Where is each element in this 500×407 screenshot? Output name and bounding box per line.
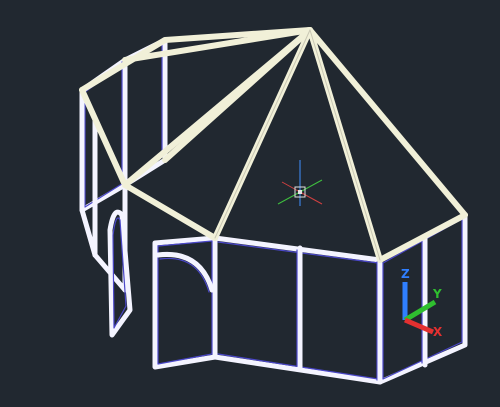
wireframe-scene[interactable]: Z Y X bbox=[0, 0, 500, 407]
ucs-x-axis bbox=[404, 317, 434, 335]
ucs-y-axis bbox=[403, 299, 437, 323]
model-viewport[interactable]: Z Y X bbox=[0, 0, 500, 407]
orbit-center-icon[interactable] bbox=[277, 160, 323, 206]
ucs-y-label: Y bbox=[432, 287, 442, 301]
front-wall[interactable] bbox=[152, 235, 383, 385]
roof-frame[interactable] bbox=[79, 27, 468, 263]
ucs-x-label: X bbox=[433, 325, 443, 339]
ucs-z-label: Z bbox=[401, 267, 410, 281]
